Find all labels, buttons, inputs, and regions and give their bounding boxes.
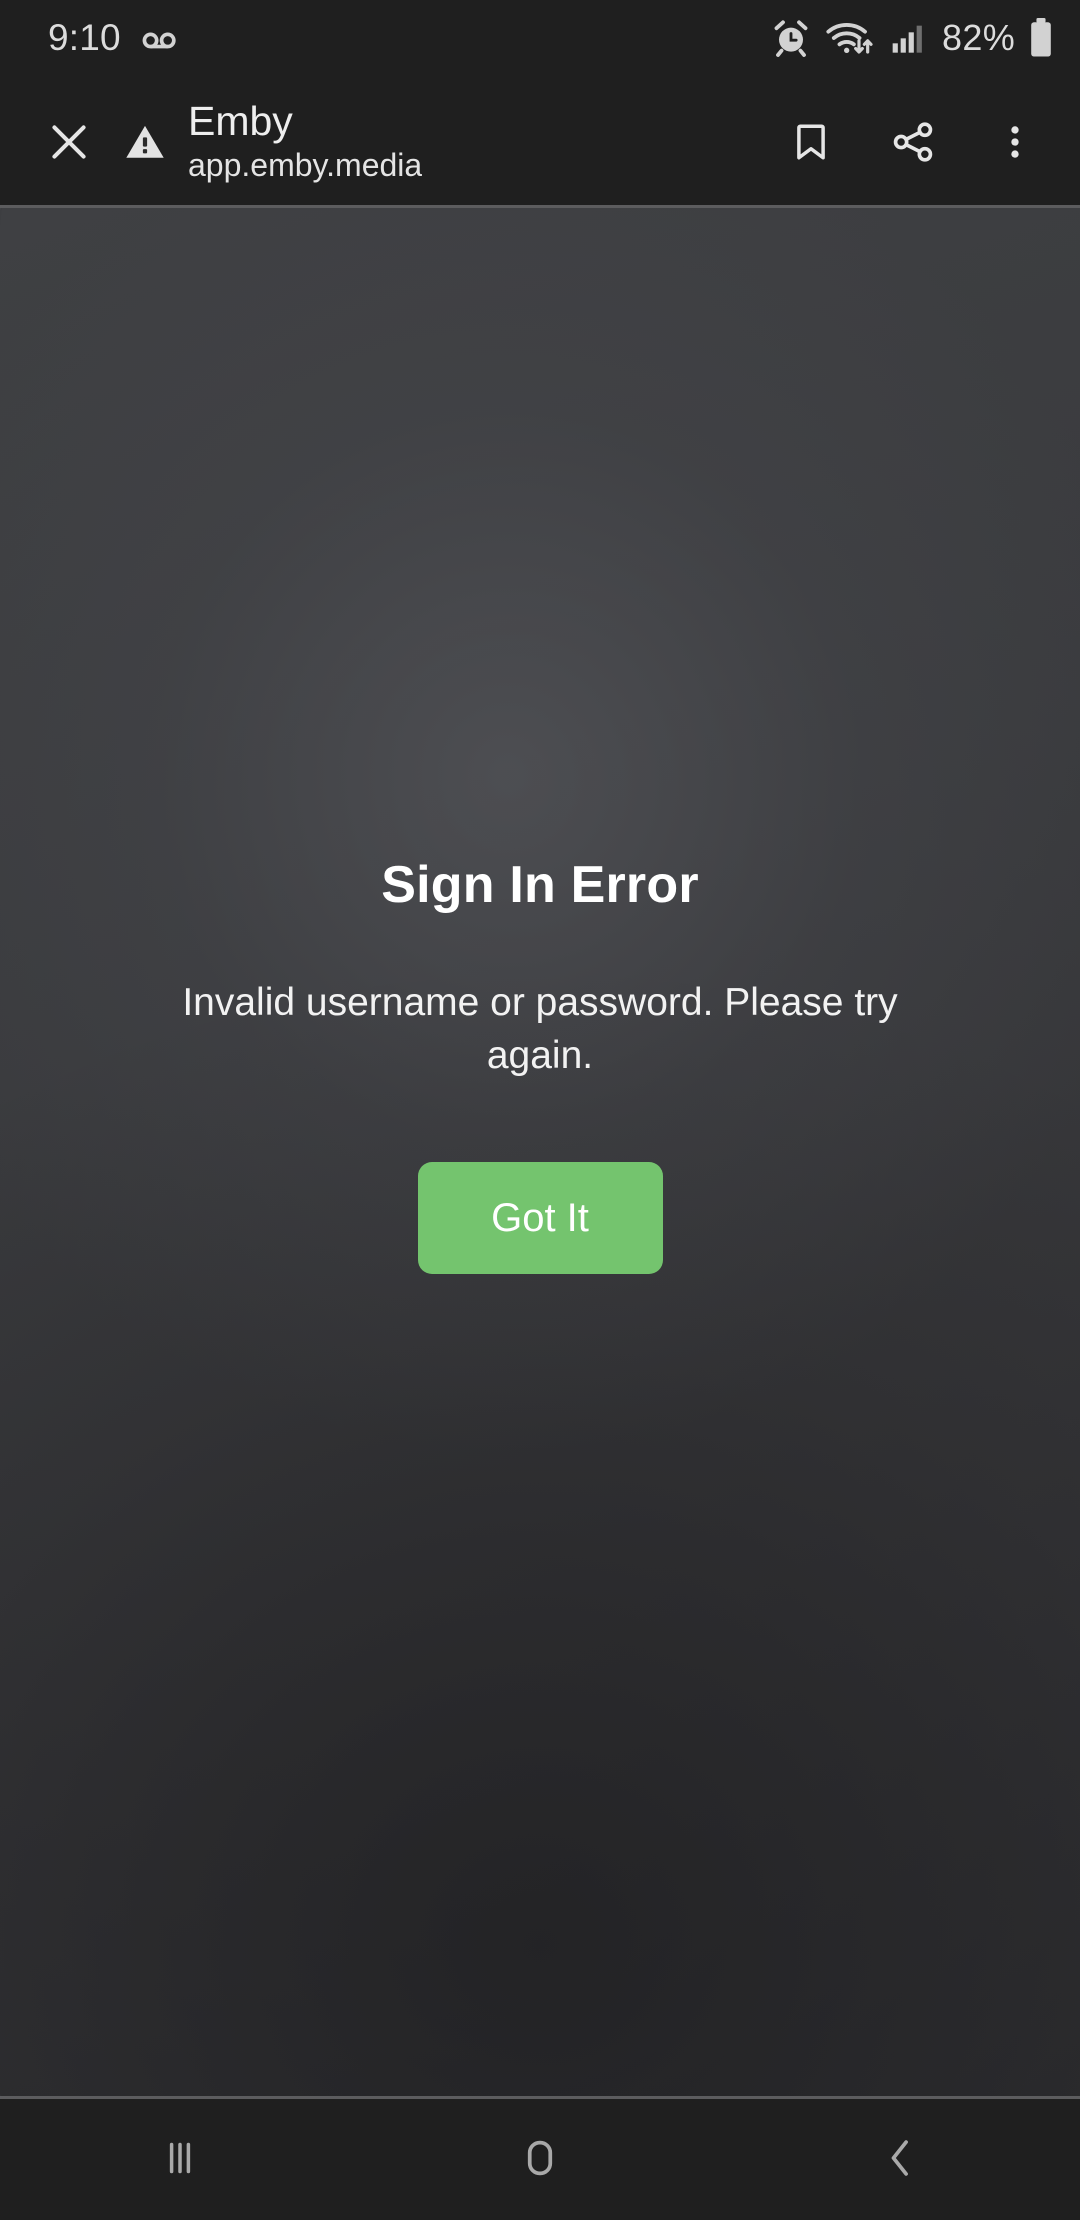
battery-percent-label: 82%	[942, 17, 1015, 58]
phone-screen: 9:10 82% Emby app.emby.media Sign In Err…	[0, 0, 1080, 2220]
back-chevron-icon	[872, 2130, 928, 2186]
overflow-menu-icon	[994, 121, 1036, 163]
recents-button[interactable]	[0, 2096, 360, 2220]
not-secure-warning-icon	[123, 120, 167, 164]
overflow-menu-button[interactable]	[972, 99, 1058, 185]
dialog-title: Sign In Error	[381, 856, 699, 914]
site-url: app.emby.media	[188, 146, 423, 183]
cellular-signal-icon	[889, 18, 929, 58]
bookmark-button[interactable]	[768, 99, 854, 185]
site-title: Emby	[188, 99, 293, 144]
status-bar-right: 82%	[771, 17, 1054, 59]
got-it-button[interactable]: Got It	[417, 1162, 663, 1275]
browser-header: Emby app.emby.media	[0, 76, 1080, 208]
web-page-content: Sign In Error Invalid username or passwo…	[0, 208, 1080, 2096]
system-navigation-bar	[0, 2096, 1080, 2220]
site-security-indicator[interactable]	[112, 120, 178, 164]
back-button[interactable]	[720, 2096, 1080, 2220]
home-button[interactable]	[360, 2096, 720, 2220]
dialog-actions: Got It	[417, 1162, 663, 1275]
status-bar-left: 9:10	[48, 17, 181, 59]
wifi-icon	[824, 18, 876, 58]
voicemail-icon	[139, 17, 181, 59]
alarm-icon	[771, 18, 811, 58]
close-button[interactable]	[26, 99, 112, 185]
status-bar: 9:10 82%	[0, 0, 1080, 76]
status-clock: 9:10	[48, 17, 121, 58]
site-identity[interactable]: Emby app.emby.media	[188, 99, 422, 184]
battery-icon	[1028, 17, 1054, 59]
recents-icon	[152, 2130, 208, 2186]
browser-header-actions	[768, 99, 1058, 185]
sign-in-error-dialog: Sign In Error Invalid username or passwo…	[0, 208, 1080, 2096]
share-button[interactable]	[870, 99, 956, 185]
close-icon	[46, 119, 92, 165]
home-icon	[512, 2130, 568, 2186]
dialog-message: Invalid username or password. Please try…	[182, 981, 898, 1077]
share-icon	[890, 119, 936, 165]
bookmark-icon	[789, 120, 833, 164]
